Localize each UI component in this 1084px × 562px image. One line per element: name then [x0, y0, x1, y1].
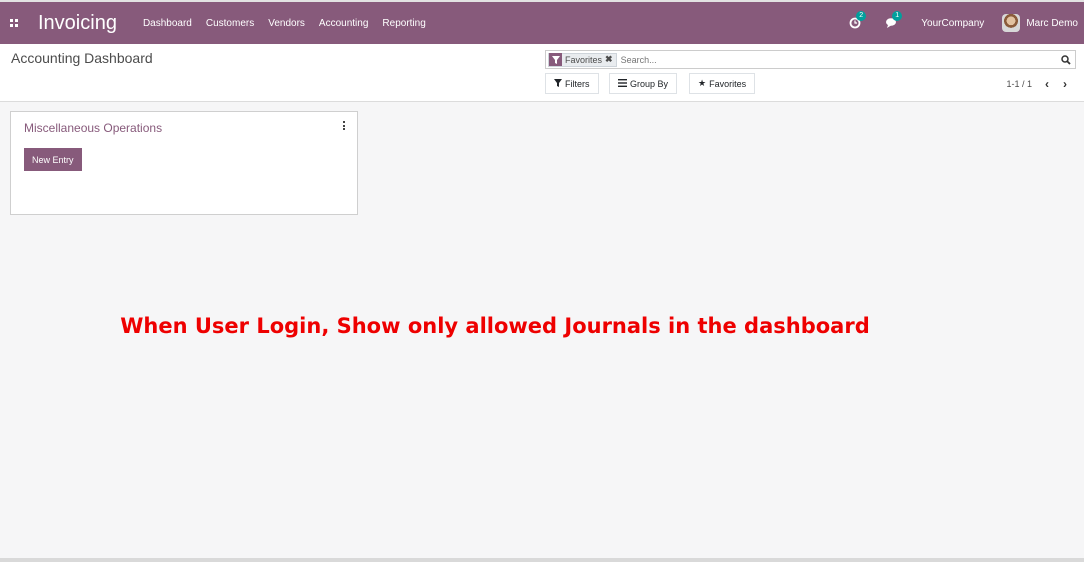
bottom-divider [0, 558, 1084, 562]
navbar-systray: 2 1 YourCompany Marc Demo [849, 2, 1084, 44]
chevron-right-icon[interactable]: › [1058, 77, 1072, 91]
filters-label: Filters [565, 78, 590, 89]
journal-card: Miscellaneous Operations New Entry [10, 111, 358, 215]
star-icon: ★ [698, 78, 707, 88]
control-panel: Accounting Dashboard Favorites ✖ Filters… [0, 44, 1084, 102]
company-switcher[interactable]: YourCompany [921, 18, 984, 29]
kebab-menu-icon[interactable] [341, 121, 347, 133]
filters-button[interactable]: Filters [545, 73, 599, 94]
search-icon[interactable] [1057, 51, 1075, 68]
search-input[interactable] [620, 54, 1057, 65]
menu-item-accounting[interactable]: Accounting [319, 18, 368, 29]
new-entry-button[interactable]: New Entry [24, 148, 82, 171]
favorites-button[interactable]: ★ Favorites [689, 73, 756, 94]
search-facet: Favorites ✖ [548, 52, 617, 67]
messages-icon[interactable]: 1 [885, 11, 903, 30]
close-icon[interactable]: ✖ [605, 54, 613, 65]
menu-item-dashboard[interactable]: Dashboard [143, 18, 192, 29]
search-bar: Favorites ✖ [545, 50, 1076, 69]
messages-badge: 1 [892, 11, 903, 21]
app-title[interactable]: Invoicing [38, 12, 117, 35]
menu-item-reporting[interactable]: Reporting [382, 18, 425, 29]
pager: 1-1 / 1 ‹ › [1006, 77, 1072, 91]
menu-item-customers[interactable]: Customers [206, 18, 254, 29]
menu-item-vendors[interactable]: Vendors [268, 18, 305, 29]
activity-icon[interactable]: 2 [849, 11, 867, 30]
top-navbar: Invoicing Dashboard Customers Vendors Ac… [0, 0, 1084, 44]
chevron-left-icon[interactable]: ‹ [1040, 77, 1054, 91]
bars-icon [618, 78, 627, 89]
journal-title[interactable]: Miscellaneous Operations [24, 121, 162, 135]
user-menu[interactable]: Marc Demo [1002, 14, 1078, 32]
page-title: Accounting Dashboard [11, 50, 153, 66]
group-by-button[interactable]: Group By [609, 73, 678, 94]
avatar [1002, 14, 1021, 32]
activity-badge: 2 [856, 11, 867, 21]
filter-icon [554, 78, 562, 89]
facet-label: Favorites [565, 54, 603, 65]
pager-value[interactable]: 1-1 / 1 [1006, 79, 1032, 89]
filter-icon [549, 53, 562, 66]
group-by-label: Group By [630, 78, 669, 89]
user-name: Marc Demo [1026, 17, 1078, 29]
annotation-text: When User Login, Show only allowed Journ… [120, 314, 870, 338]
apps-menu-icon[interactable] [4, 19, 24, 27]
favorites-label: Favorites [709, 78, 747, 89]
